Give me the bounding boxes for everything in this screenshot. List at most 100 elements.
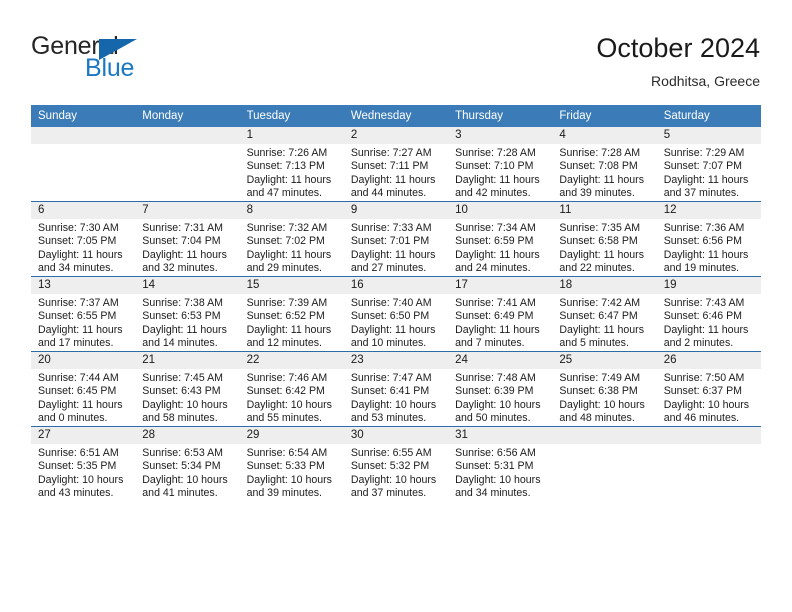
day-cell[interactable]: 20 Sunrise: 7:44 AM Sunset: 6:45 PM Dayligh… — [31, 352, 136, 426]
calendar-cell: 20 Sunrise: 7:44 AM Sunset: 6:45 PM Dayligh… — [31, 351, 136, 427]
day-detail-line: and 37 minutes. — [350, 487, 427, 500]
weekday-header-row: Sunday Monday Tuesday Wednesday Thursday Frid… — [31, 105, 761, 127]
day-number: 11 — [552, 202, 657, 219]
day-details — [135, 144, 239, 147]
day-detail-line: and 37 minutes. — [663, 187, 740, 200]
day-detail-line: and 19 minutes. — [663, 262, 740, 275]
day-cell[interactable]: 15 Sunrise: 7:39 AM Sunset: 6:52 PM Dayligh… — [239, 277, 344, 351]
day-detail-line: Daylight: 11 hours — [455, 248, 540, 261]
day-details: Sunrise: 7:28 AM Sunset: 7:08 PM Daylight:… — [552, 144, 656, 201]
day-details: Sunrise: 7:48 AM Sunset: 6:39 PM Daylight:… — [448, 369, 552, 426]
day-cell[interactable]: 23 Sunrise: 7:47 AM Sunset: 6:41 PM Dayligh… — [343, 352, 449, 426]
day-details: Sunrise: 6:54 AM Sunset: 5:33 PM Daylight:… — [240, 444, 344, 501]
day-number: 17 — [448, 277, 553, 294]
day-number: 24 — [448, 352, 553, 369]
weekday-header-monday: Monday — [135, 105, 240, 127]
day-detail-line: Sunrise: 7:43 AM — [663, 297, 745, 309]
day-cell[interactable]: 8 Sunrise: 7:32 AM Sunset: 7:02 PM Daylight… — [239, 202, 344, 276]
day-detail-line: Daylight: 10 hours — [246, 473, 332, 486]
day-cell[interactable]: 25 Sunrise: 7:49 AM Sunset: 6:38 PM Dayligh… — [552, 352, 657, 426]
day-cell[interactable]: 1 Sunrise: 7:26 AM Sunset: 7:13 PM Daylight… — [239, 127, 344, 201]
day-detail-line: Daylight: 11 hours — [38, 248, 123, 261]
day-detail-line: Sunset: 5:31 PM — [455, 460, 534, 473]
day-cell[interactable]: 10 Sunrise: 7:34 AM Sunset: 6:59 PM Dayligh… — [448, 202, 553, 276]
day-cell[interactable]: 17 Sunrise: 7:41 AM Sunset: 6:49 PM Dayligh… — [448, 277, 553, 351]
day-detail-line: Sunrise: 7:44 AM — [38, 372, 119, 384]
generalblue-logo[interactable]: General Blue — [31, 33, 211, 83]
day-detail-line: Sunset: 7:05 PM — [38, 235, 117, 248]
day-detail-line: Daylight: 11 hours — [559, 173, 645, 186]
day-cell[interactable]: 14 Sunrise: 7:38 AM Sunset: 6:53 PM Dayligh… — [135, 277, 240, 351]
day-detail-line: Sunrise: 7:50 AM — [663, 372, 745, 384]
day-cell[interactable]: 3 Sunrise: 7:28 AM Sunset: 7:10 PM Daylight… — [448, 127, 553, 201]
day-detail-line: Sunset: 6:38 PM — [559, 385, 638, 398]
day-number: 26 — [656, 352, 761, 369]
day-cell[interactable]: 9 Sunrise: 7:33 AM Sunset: 7:01 PM Daylight… — [343, 202, 449, 276]
day-cell[interactable]: 24 Sunrise: 7:48 AM Sunset: 6:39 PM Dayligh… — [448, 352, 553, 426]
day-detail-line: Sunset: 6:41 PM — [350, 385, 430, 398]
day-cell[interactable]: 22 Sunrise: 7:46 AM Sunset: 6:42 PM Dayligh… — [239, 352, 344, 426]
day-detail-line: Sunrise: 7:49 AM — [559, 372, 641, 384]
calendar-cell: 10 Sunrise: 7:34 AM Sunset: 6:59 PM Dayligh… — [448, 201, 553, 277]
day-cell[interactable]: 5 Sunrise: 7:29 AM Sunset: 7:07 PM Daylight… — [656, 127, 761, 201]
day-number — [552, 427, 657, 444]
day-cell[interactable]: 19 Sunrise: 7:43 AM Sunset: 6:46 PM Dayligh… — [656, 277, 761, 351]
day-detail-line: Sunrise: 6:51 AM — [38, 447, 119, 459]
day-number: 27 — [31, 427, 136, 444]
day-cell[interactable]: 16 Sunrise: 7:40 AM Sunset: 6:50 PM Dayligh… — [343, 277, 449, 351]
day-cell[interactable]: 12 Sunrise: 7:36 AM Sunset: 6:56 PM Dayligh… — [656, 202, 761, 276]
day-details: Sunrise: 7:40 AM Sunset: 6:50 PM Daylight:… — [344, 294, 448, 351]
day-cell[interactable]: 13 Sunrise: 7:37 AM Sunset: 6:55 PM Dayligh… — [31, 277, 136, 351]
day-detail-line: Sunset: 6:46 PM — [663, 310, 743, 323]
day-detail-line: Sunset: 7:07 PM — [663, 160, 743, 173]
day-details: Sunrise: 7:28 AM Sunset: 7:10 PM Daylight:… — [448, 144, 552, 201]
day-number: 8 — [239, 202, 344, 219]
day-details: Sunrise: 7:31 AM Sunset: 7:04 PM Daylight:… — [135, 219, 239, 276]
day-cell[interactable]: 18 Sunrise: 7:42 AM Sunset: 6:47 PM Dayligh… — [552, 277, 657, 351]
day-detail-line: and 47 minutes. — [246, 187, 322, 200]
day-details — [31, 144, 135, 147]
day-detail-line: and 41 minutes. — [142, 487, 218, 500]
day-number — [135, 127, 240, 144]
calendar-cell — [552, 426, 657, 501]
day-detail-line: Sunset: 5:33 PM — [246, 460, 325, 473]
calendar-cell: 8 Sunrise: 7:32 AM Sunset: 7:02 PM Daylight… — [239, 201, 344, 277]
day-detail-line: Sunrise: 6:56 AM — [455, 447, 536, 459]
day-number — [31, 127, 136, 144]
calendar-cell: 23 Sunrise: 7:47 AM Sunset: 6:41 PM Dayligh… — [343, 351, 449, 427]
day-detail-line: Sunrise: 7:48 AM — [455, 372, 536, 384]
calendar-cell: 6 Sunrise: 7:30 AM Sunset: 7:05 PM Daylight… — [31, 201, 136, 277]
calendar-cell: 19 Sunrise: 7:43 AM Sunset: 6:46 PM Dayligh… — [656, 276, 761, 352]
day-detail-line: and 22 minutes. — [559, 262, 635, 275]
day-cell[interactable]: 30 Sunrise: 6:55 AM Sunset: 5:32 PM Dayligh… — [343, 427, 449, 501]
day-details: Sunrise: 7:44 AM Sunset: 6:45 PM Daylight:… — [31, 369, 135, 426]
day-cell[interactable]: 4 Sunrise: 7:28 AM Sunset: 7:08 PM Daylight… — [552, 127, 657, 201]
day-cell[interactable]: 6 Sunrise: 7:30 AM Sunset: 7:05 PM Daylight… — [31, 202, 136, 276]
day-detail-line: and 14 minutes. — [142, 337, 218, 350]
day-number: 23 — [343, 352, 449, 369]
day-cell[interactable]: 7 Sunrise: 7:31 AM Sunset: 7:04 PM Daylight… — [135, 202, 240, 276]
calendar-cell: 22 Sunrise: 7:46 AM Sunset: 6:42 PM Dayligh… — [239, 351, 344, 427]
day-cell[interactable]: 2 Sunrise: 7:27 AM Sunset: 7:11 PM Daylight… — [343, 127, 449, 201]
day-cell[interactable]: 27 Sunrise: 6:51 AM Sunset: 5:35 PM Dayligh… — [31, 427, 136, 501]
calendar-table: Sunday Monday Tuesday Wednesday Thursday Frid… — [31, 105, 761, 501]
day-detail-line: Sunrise: 6:55 AM — [350, 447, 432, 459]
day-detail-line: Sunrise: 7:35 AM — [559, 222, 641, 234]
day-details: Sunrise: 7:47 AM Sunset: 6:41 PM Daylight:… — [344, 369, 448, 426]
day-cell[interactable]: 31 Sunrise: 6:56 AM Sunset: 5:31 PM Dayligh… — [448, 427, 553, 501]
day-cell[interactable]: 11 Sunrise: 7:35 AM Sunset: 6:58 PM Dayligh… — [552, 202, 657, 276]
day-detail-line: and 0 minutes. — [38, 412, 108, 425]
day-cell[interactable]: 26 Sunrise: 7:50 AM Sunset: 6:37 PM Dayligh… — [656, 352, 761, 426]
day-detail-line: and 10 minutes. — [350, 337, 427, 350]
day-number: 3 — [448, 127, 553, 144]
day-detail-line: Sunset: 6:58 PM — [559, 235, 638, 248]
day-detail-line: Sunrise: 6:54 AM — [246, 447, 328, 459]
day-cell[interactable]: 29 Sunrise: 6:54 AM Sunset: 5:33 PM Dayligh… — [239, 427, 344, 501]
day-details: Sunrise: 6:55 AM Sunset: 5:32 PM Daylight:… — [344, 444, 448, 501]
day-cell[interactable]: 28 Sunrise: 6:53 AM Sunset: 5:34 PM Dayligh… — [135, 427, 240, 501]
day-detail-line: Sunrise: 7:29 AM — [663, 147, 745, 159]
day-cell[interactable]: 21 Sunrise: 7:45 AM Sunset: 6:43 PM Dayligh… — [135, 352, 240, 426]
calendar-page: General Blue October 2024 Rodhitsa, Gree… — [0, 0, 792, 612]
page-subtitle: Rodhitsa, Greece — [651, 73, 760, 89]
day-details: Sunrise: 7:30 AM Sunset: 7:05 PM Daylight:… — [31, 219, 135, 276]
